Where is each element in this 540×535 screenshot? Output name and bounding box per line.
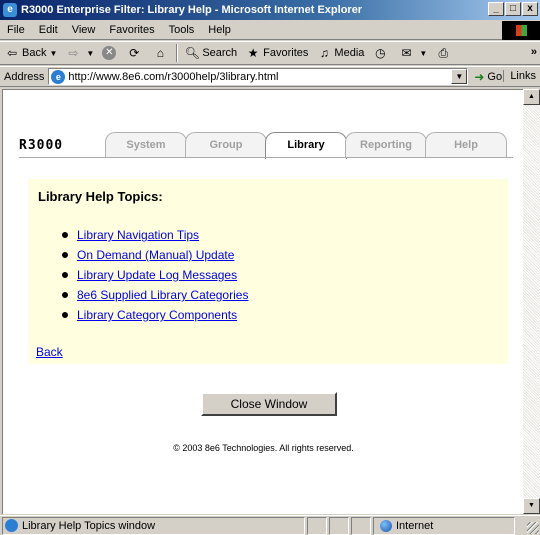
list-item: Library Navigation Tips <box>62 225 248 245</box>
stop-button[interactable]: ✕ <box>98 46 122 60</box>
menu-favorites[interactable]: Favorites <box>102 24 161 36</box>
menu-edit[interactable]: Edit <box>32 24 65 36</box>
globe-icon <box>380 519 392 532</box>
close-window-button[interactable]: Close Window <box>201 392 337 416</box>
tab-system[interactable]: System <box>105 132 187 158</box>
tab-baseline <box>19 157 513 158</box>
close-button[interactable]: x <box>522 2 538 16</box>
address-dropdown-button[interactable]: ▼ <box>451 69 468 84</box>
topic-link-category-components[interactable]: Library Category Components <box>77 308 237 322</box>
address-label: Address <box>4 70 45 83</box>
list-item: 8e6 Supplied Library Categories <box>62 285 248 305</box>
list-item: On Demand (Manual) Update <box>62 245 248 265</box>
media-label: Media <box>334 47 365 59</box>
media-button[interactable]: ♫ Media <box>312 45 368 61</box>
menu-tools[interactable]: Tools <box>162 24 202 36</box>
back-label: Back <box>22 47 47 59</box>
chevron-down-icon: ▼ <box>86 48 95 58</box>
menu-file[interactable]: File <box>0 24 32 36</box>
topic-link-supplied-categories[interactable]: 8e6 Supplied Library Categories <box>77 288 248 302</box>
history-icon: ◷ <box>375 46 386 60</box>
topic-link-navigation-tips[interactable]: Library Navigation Tips <box>77 228 199 242</box>
tab-help[interactable]: Help <box>425 132 507 158</box>
chevron-down-icon: ▼ <box>49 48 58 58</box>
go-arrow-icon: ➜ <box>474 69 485 84</box>
tab-group[interactable]: Group <box>185 132 267 158</box>
status-cell <box>329 516 349 535</box>
back-link[interactable]: Back <box>36 345 63 359</box>
toolbar-overflow-chevron[interactable]: » <box>531 46 537 58</box>
brand-logo: R3000 <box>19 138 64 153</box>
list-item: Library Category Components <box>62 305 248 325</box>
menu-bar: File Edit View Favorites Tools Help <box>0 21 540 40</box>
links-button[interactable]: Links <box>503 70 536 82</box>
mail-button[interactable]: ✉ ▼ <box>394 45 431 61</box>
ie-icon: e <box>3 3 17 17</box>
windows-logo-icon <box>502 21 540 40</box>
status-bar: Library Help Topics window Internet <box>0 515 540 535</box>
address-url[interactable]: http://www.8e6.com/r3000help/3library.ht… <box>68 71 278 83</box>
favorites-label: Favorites <box>263 47 309 59</box>
status-cell <box>351 516 371 535</box>
help-topics-panel: Library Help Topics: Library Navigation … <box>28 179 508 364</box>
menu-view[interactable]: View <box>65 24 103 36</box>
menu-help[interactable]: Help <box>201 24 238 36</box>
resize-grip[interactable] <box>527 522 539 534</box>
minimize-button[interactable]: _ <box>488 2 504 16</box>
search-button[interactable]: 🔍︎ Search <box>180 45 241 61</box>
scroll-down-button[interactable]: ▼ <box>523 498 540 514</box>
topic-link-update-log[interactable]: Library Update Log Messages <box>77 268 237 282</box>
refresh-icon: ⟳ <box>129 46 140 60</box>
go-label: Go <box>487 70 503 83</box>
address-input[interactable]: e http://www.8e6.com/r3000help/3library.… <box>48 68 469 85</box>
search-label: Search <box>202 47 238 59</box>
copyright-text: © 2003 8e6 Technologies. All rights rese… <box>173 443 354 453</box>
help-heading: Library Help Topics: <box>38 189 163 204</box>
forward-button[interactable]: ⇨ ▼ <box>61 45 98 61</box>
scroll-up-button[interactable]: ▲ <box>523 89 540 105</box>
nav-tabs: R3000 System Group Library Reporting Hel… <box>19 132 513 159</box>
tab-library[interactable]: Library <box>265 132 347 159</box>
topic-link-manual-update[interactable]: On Demand (Manual) Update <box>77 248 234 262</box>
media-icon: ♫ <box>319 46 329 60</box>
zone-label: Internet <box>396 519 434 532</box>
status-text: Library Help Topics window <box>22 519 156 532</box>
page-icon <box>5 519 18 532</box>
status-text-pane: Library Help Topics window <box>2 516 305 535</box>
search-icon: 🔍︎ <box>184 46 200 60</box>
favorites-button[interactable]: ★ Favorites <box>241 45 312 61</box>
back-button[interactable]: ⇦ Back ▼ <box>0 45 61 61</box>
forward-arrow-icon: ⇨ <box>68 46 79 60</box>
toolbar-separator <box>176 44 179 62</box>
page-icon: e <box>51 69 66 84</box>
maximize-button[interactable]: □ <box>505 2 521 16</box>
tab-reporting[interactable]: Reporting <box>345 132 427 158</box>
list-item: Library Update Log Messages <box>62 265 248 285</box>
standard-toolbar: ⇦ Back ▼ ⇨ ▼ ✕ ⟳ ⌂ 🔍︎ Search ★ Favorites… <box>0 41 540 65</box>
status-cell <box>307 516 327 535</box>
page-content: R3000 System Group Library Reporting Hel… <box>2 89 523 514</box>
go-button[interactable]: ➜ Go <box>474 70 502 84</box>
address-bar: Address e http://www.8e6.com/r3000help/3… <box>0 66 540 87</box>
history-button[interactable]: ◷ <box>368 45 394 61</box>
print-button[interactable]: ⎙ <box>431 45 457 61</box>
vertical-scrollbar[interactable]: ▲ ▼ <box>523 89 540 514</box>
stop-icon: ✕ <box>102 46 117 60</box>
print-icon: ⎙ <box>438 46 449 60</box>
topics-list: Library Navigation Tips On Demand (Manua… <box>62 225 248 325</box>
back-arrow-icon: ⇦ <box>6 46 18 60</box>
security-zone: Internet <box>373 516 515 535</box>
home-icon: ⌂ <box>156 46 164 60</box>
title-bar: e R3000 Enterprise Filter: Library Help … <box>0 0 540 20</box>
favorites-icon: ★ <box>247 46 259 60</box>
refresh-button[interactable]: ⟳ <box>122 45 148 61</box>
home-button[interactable]: ⌂ <box>148 45 174 61</box>
window-controls: _ □ x <box>487 2 538 16</box>
mail-icon: ✉ <box>401 46 412 60</box>
window-title: R3000 Enterprise Filter: Library Help - … <box>21 4 363 16</box>
chevron-down-icon: ▼ <box>419 48 428 58</box>
